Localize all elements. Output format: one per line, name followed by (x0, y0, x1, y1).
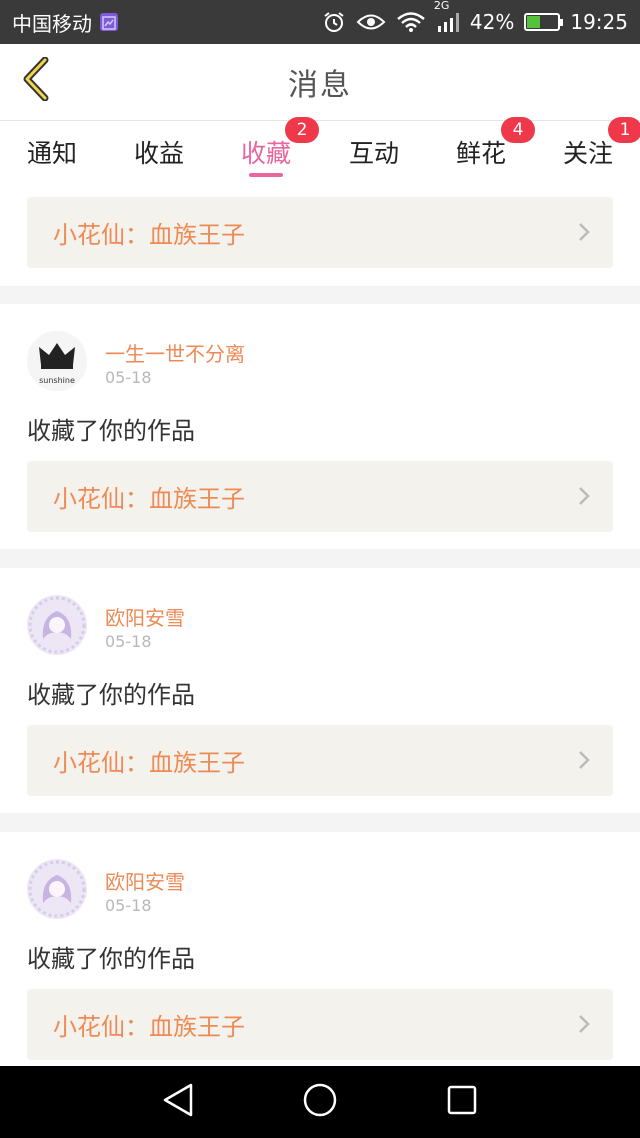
battery-percent: 42% (469, 10, 515, 34)
network-type: 2G (433, 0, 450, 12)
username[interactable]: 欧阳安雪 (105, 602, 185, 631)
action-text: 收藏了你的作品 (27, 417, 195, 445)
work-title: 小花仙：血族王子 (53, 485, 245, 513)
alarm-icon (322, 10, 346, 34)
tab-active-indicator (249, 173, 283, 177)
wifi-icon (396, 11, 426, 33)
tab-label: 互动 (348, 139, 399, 168)
tab-favorites[interactable]: 收藏 2 (216, 117, 319, 183)
work-title: 小花仙：血族王子 (53, 749, 245, 777)
carrier-group: 中国移动 (12, 8, 118, 37)
list-item: 小花仙：血族王子 (0, 182, 640, 286)
list-item: sunshine 一生一世不分离 05-18 收藏了你的作品 小花仙：血族王子 (0, 304, 640, 549)
work-link[interactable]: 小花仙：血族王子 (27, 461, 613, 532)
username[interactable]: 欧阳安雪 (105, 866, 185, 895)
avatar[interactable] (27, 595, 87, 655)
tab-label: 收益 (133, 139, 184, 168)
tab-badge: 4 (501, 117, 535, 143)
avatar[interactable] (27, 859, 87, 919)
nav-home-button[interactable] (300, 1082, 340, 1122)
tab-label: 关注 (562, 139, 613, 168)
tab-flowers[interactable]: 鲜花 4 (431, 117, 535, 183)
triangle-back-icon (161, 1082, 195, 1122)
username[interactable]: 一生一世不分离 (105, 338, 245, 367)
status-bar: 中国移动 2G 42% 19:25 (0, 0, 640, 44)
timestamp: 05-18 (105, 368, 152, 387)
page-title: 消息 (288, 68, 352, 103)
nav-recent-button[interactable] (442, 1084, 482, 1120)
tab-interactions[interactable]: 互动 (324, 121, 424, 183)
list-item: 欧阳安雪 05-18 收藏了你的作品 小花仙：血族王子 (0, 832, 640, 1066)
tab-earnings[interactable]: 收益 (109, 121, 209, 183)
tab-label: 收藏 (240, 139, 291, 168)
square-recent-icon (445, 1083, 479, 1121)
timestamp: 05-18 (105, 896, 152, 915)
work-link[interactable]: 小花仙：血族王子 (27, 197, 613, 268)
action-text: 收藏了你的作品 (27, 681, 195, 709)
battery-icon (524, 13, 564, 31)
back-button[interactable] (14, 56, 58, 105)
work-title: 小花仙：血族王子 (53, 221, 245, 249)
avatar[interactable]: sunshine (27, 331, 87, 391)
carrier-name: 中国移动 (12, 11, 92, 36)
chevron-right-icon (577, 485, 591, 513)
app-notification-icon (100, 13, 118, 31)
nav-back-button[interactable] (158, 1082, 198, 1122)
app-header: 消息 (0, 44, 640, 120)
system-nav-bar (0, 1066, 640, 1138)
signal-icon: 2G (434, 0, 460, 33)
tab-bar: 通知 收益 收藏 2 互动 鲜花 4 关注 1 (0, 117, 640, 183)
eye-icon (356, 11, 386, 33)
clock: 19:25 (570, 10, 628, 34)
chevron-right-icon (577, 221, 591, 249)
tab-following[interactable]: 关注 1 (538, 117, 640, 183)
chevron-left-icon (21, 56, 51, 105)
list-item: 欧阳安雪 05-18 收藏了你的作品 小花仙：血族王子 (0, 568, 640, 813)
circle-home-icon (302, 1082, 338, 1122)
chevron-right-icon (577, 1013, 591, 1041)
work-link[interactable]: 小花仙：血族王子 (27, 725, 613, 796)
tab-label: 通知 (26, 139, 77, 168)
tab-label: 鲜花 (455, 139, 506, 168)
tab-badge: 1 (608, 117, 640, 143)
chevron-right-icon (577, 749, 591, 777)
work-title: 小花仙：血族王子 (53, 1013, 245, 1041)
tab-notifications[interactable]: 通知 (2, 121, 102, 183)
work-link[interactable]: 小花仙：血族王子 (27, 989, 613, 1060)
tab-badge: 2 (285, 117, 319, 143)
avatar-text: sunshine (39, 376, 75, 385)
message-feed[interactable]: 小花仙：血族王子 sunshine 一生一世不分离 05-18 收藏了你的作品 … (0, 182, 640, 1066)
status-icons: 2G 42% 19:25 (322, 0, 628, 34)
timestamp: 05-18 (105, 632, 152, 651)
action-text: 收藏了你的作品 (27, 945, 195, 973)
